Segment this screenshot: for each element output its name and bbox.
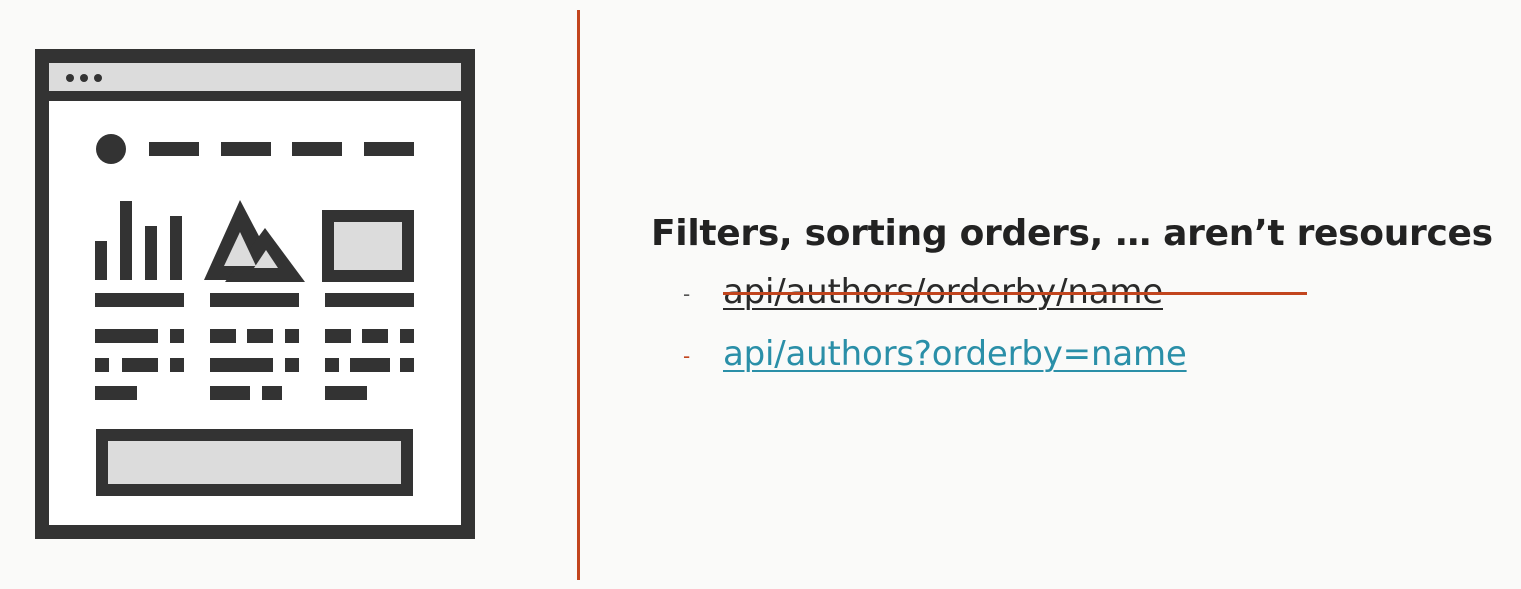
column-heading-bar	[95, 293, 184, 307]
nav-dash	[292, 142, 342, 156]
nav-dash	[364, 142, 414, 156]
window-dot	[80, 74, 88, 82]
list-item-link: - api/authors?orderby=name	[651, 324, 1511, 386]
footer-bar-shape	[96, 429, 413, 496]
nav-avatar-shape	[96, 134, 126, 164]
nav-dash	[221, 142, 271, 156]
image-frame-shape	[322, 210, 414, 282]
window-titlebar	[49, 63, 461, 93]
browser-window-icon	[35, 49, 475, 539]
titlebar-divider	[49, 91, 461, 101]
url-link[interactable]: api/authors?orderby=name	[723, 334, 1187, 374]
browser-window-illustration	[0, 0, 520, 585]
strikethrough-line	[723, 292, 1307, 295]
window-dot	[94, 74, 102, 82]
vertical-divider	[577, 10, 580, 580]
bullet-list: - api/authors/orderby/name - api/authors…	[651, 262, 1511, 386]
column-heading-bar	[210, 293, 299, 307]
bullet-dash: -	[683, 344, 691, 368]
bullet-dash: -	[683, 282, 691, 306]
slide-content: Filters, sorting orders, … aren’t resour…	[651, 208, 1511, 386]
slide-heading: Filters, sorting orders, … aren’t resour…	[651, 213, 1493, 254]
list-item-struck: - api/authors/orderby/name	[651, 262, 1511, 324]
struck-url-text: api/authors/orderby/name	[723, 272, 1307, 312]
window-dot	[66, 74, 74, 82]
nav-dash	[149, 142, 199, 156]
column-heading-bar	[325, 293, 414, 307]
